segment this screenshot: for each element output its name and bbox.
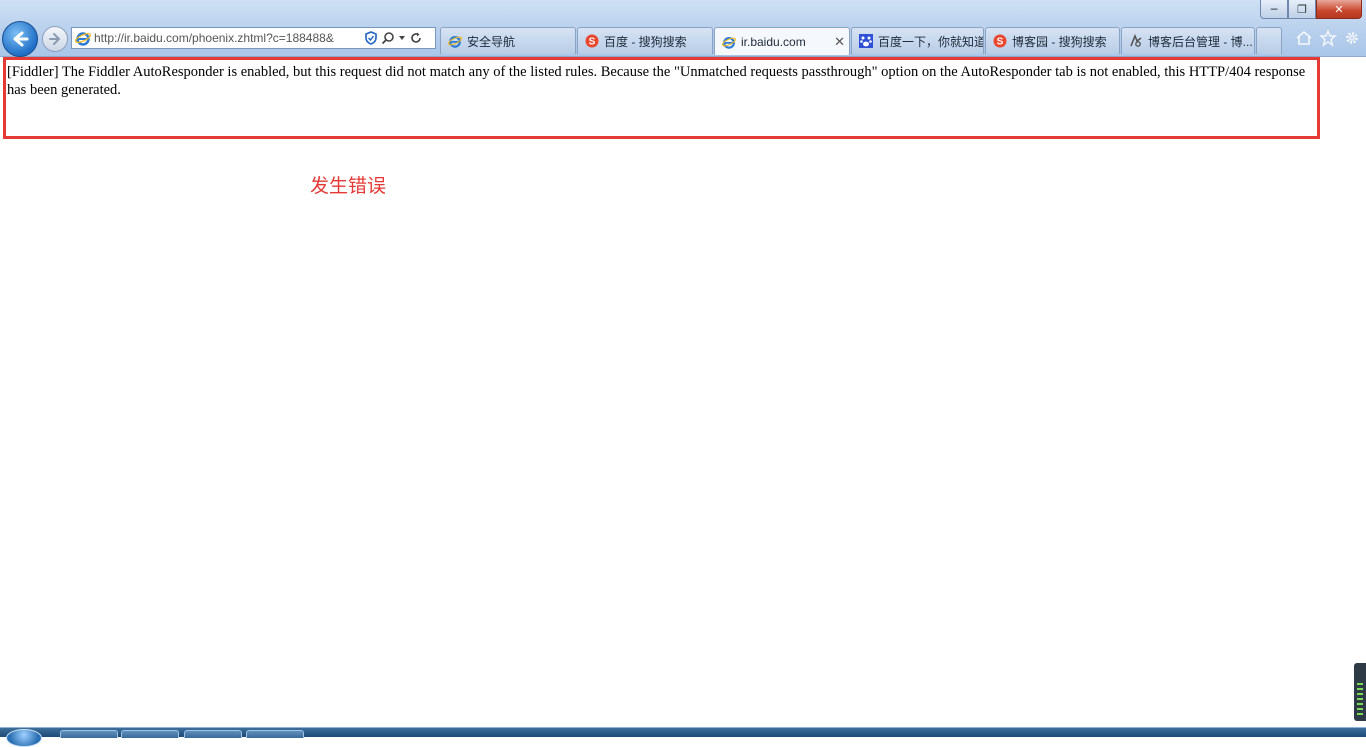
search-icon[interactable] (381, 31, 395, 45)
close-tab-icon[interactable]: ✕ (834, 34, 845, 50)
tab-label: 百度一下，你就知道 (878, 34, 984, 49)
tab-blog-admin[interactable]: 博客后台管理 - 博... (1121, 27, 1255, 54)
back-arrow-icon (13, 31, 29, 47)
tab-label: 博客后台管理 - 博... (1148, 34, 1253, 49)
blog-icon (1128, 33, 1144, 49)
forward-arrow-icon (49, 33, 60, 45)
tab-bokeyuan-sogou[interactable]: S 博客园 - 搜狗搜索 (985, 27, 1120, 54)
close-icon: ✕ (1334, 2, 1344, 16)
svg-text:S: S (589, 37, 596, 48)
restore-icon: ❐ (1297, 2, 1307, 16)
sogou-icon: S (992, 33, 1008, 49)
tab-label: 百度 - 搜狗搜索 (604, 34, 687, 49)
tab-label: 博客园 - 搜狗搜索 (1012, 34, 1107, 49)
baidu-paw-icon (858, 33, 874, 49)
sogou-icon: S (584, 33, 600, 49)
browser-chrome: ─ ❐ ✕ http://ir.baidu.com/phoenix.zhtml?… (0, 0, 1366, 57)
tab-baidu-yixia[interactable]: 百度一下，你就知道 (851, 27, 984, 54)
tab-ir-baidu[interactable]: ir.baidu.com ✕ (714, 27, 850, 55)
error-annotation: 发生错误 (310, 175, 387, 197)
back-button[interactable] (2, 21, 38, 57)
gear-icon[interactable] (1342, 28, 1362, 48)
minimize-icon: ─ (1270, 2, 1278, 16)
ie-icon (721, 34, 737, 50)
tab-label: ir.baidu.com (741, 34, 806, 49)
window-title (8, 1, 12, 14)
start-button[interactable] (6, 729, 42, 747)
restore-button[interactable]: ❐ (1288, 0, 1316, 19)
svg-text:S: S (997, 37, 1004, 48)
window-controls: ─ ❐ ✕ (1260, 0, 1362, 19)
taskbar-item-explorer[interactable] (121, 730, 179, 738)
favorites-star-icon[interactable] (1318, 28, 1338, 48)
volume-meter-widget[interactable] (1354, 663, 1366, 721)
shield-icon[interactable] (364, 31, 378, 45)
taskbar-item-fiddler[interactable] (246, 730, 304, 738)
taskbar-item-app[interactable] (184, 730, 242, 738)
ie-icon (447, 33, 463, 49)
tab-baidu-sogou[interactable]: S 百度 - 搜狗搜索 (577, 27, 713, 54)
error-highlight-box (3, 57, 1320, 139)
address-bar[interactable]: http://ir.baidu.com/phoenix.zhtml?c=1884… (71, 27, 436, 49)
dropdown-arrow-icon[interactable] (398, 34, 406, 42)
taskbar-item-ie[interactable] (60, 730, 118, 738)
url-text[interactable]: http://ir.baidu.com/phoenix.zhtml?c=1884… (94, 31, 362, 45)
tab-anquan-daohang[interactable]: 安全导航 (440, 27, 576, 54)
forward-button[interactable] (42, 26, 68, 52)
close-window-button[interactable]: ✕ (1316, 0, 1362, 19)
tab-label: 安全导航 (467, 34, 516, 49)
refresh-icon[interactable] (409, 31, 423, 45)
minimize-button[interactable]: ─ (1260, 0, 1288, 19)
new-tab-button[interactable] (1256, 27, 1282, 54)
home-icon[interactable] (1294, 28, 1314, 48)
ie-icon (74, 30, 92, 46)
